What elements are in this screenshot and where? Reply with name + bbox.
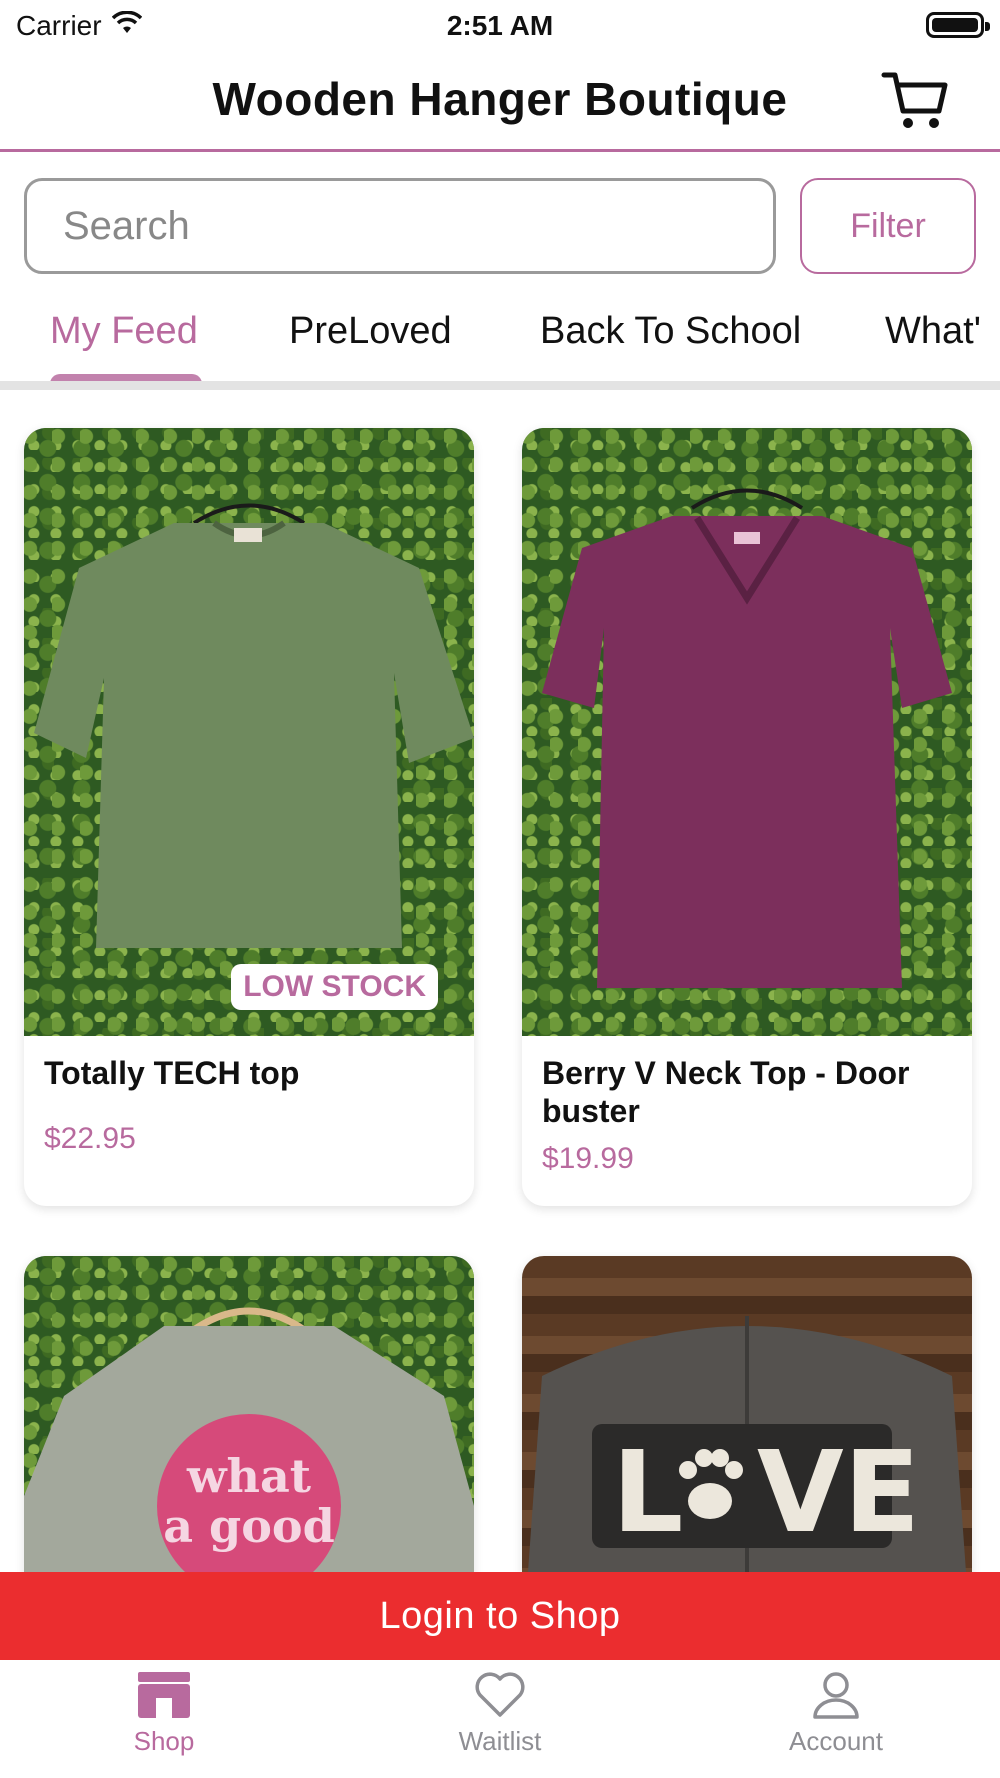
green-tee-image	[34, 503, 474, 948]
login-to-shop-button[interactable]: Login to Shop	[0, 1572, 1000, 1660]
storefront-icon	[138, 1672, 190, 1718]
active-tab-indicator	[50, 374, 202, 381]
tab-preloved[interactable]: PreLoved	[289, 310, 452, 353]
nav-shop[interactable]: Shop	[64, 1670, 264, 1757]
cart-icon	[881, 72, 948, 128]
tab-my-feed[interactable]: My Feed	[50, 310, 198, 353]
category-tabs: My Feed PreLoved Back To School What'	[0, 300, 1000, 390]
product-price: $19.99	[542, 1142, 634, 1175]
tab-back-to-school[interactable]: Back To School	[540, 310, 801, 353]
nav-account[interactable]: Account	[736, 1670, 936, 1757]
graphic-text-line-1: what	[186, 1449, 312, 1503]
nav-waitlist[interactable]: Waitlist	[400, 1670, 600, 1757]
search-input[interactable]	[24, 178, 776, 274]
nav-label: Waitlist	[458, 1726, 542, 1756]
product-image: LOW STOCK	[24, 428, 474, 1036]
product-grid: LOW STOCK Totally TECH top $22.95 Berry …	[0, 400, 1000, 1660]
cart-button[interactable]	[880, 68, 950, 134]
product-card[interactable]: Berry V Neck Top - Door buster $19.99	[522, 428, 972, 1206]
page-title: Wooden Hanger Boutique	[212, 73, 788, 125]
tab-whats-new[interactable]: What'	[885, 310, 981, 353]
filter-button[interactable]: Filter	[800, 178, 976, 274]
product-card[interactable]: LOW STOCK Totally TECH top $22.95	[24, 428, 474, 1206]
status-bar: Carrier 2:51 AM	[0, 0, 1000, 50]
bottom-tab-bar: Shop Waitlist Account	[0, 1660, 1000, 1778]
cap-letter-l: L	[612, 1428, 683, 1558]
berry-vneck-image	[542, 488, 952, 988]
nav-label: Shop	[133, 1726, 195, 1756]
app-header: Wooden Hanger Boutique	[0, 50, 1000, 152]
heart-icon	[475, 1672, 525, 1717]
clock: 2:51 AM	[446, 10, 554, 41]
cap-letters-ve: VE	[757, 1428, 920, 1558]
graphic-text-line-2: a good	[163, 1499, 335, 1553]
search-row: Filter	[0, 178, 1000, 274]
low-stock-badge: LOW STOCK	[231, 964, 438, 1010]
nav-label: Account	[789, 1726, 883, 1756]
battery-icon	[926, 12, 990, 38]
product-title: Berry V Neck Top - Door buster	[542, 1055, 910, 1129]
product-price: $22.95	[44, 1122, 136, 1155]
person-icon	[813, 1672, 859, 1719]
product-image	[522, 428, 972, 1036]
product-title: Totally TECH top	[44, 1055, 300, 1091]
